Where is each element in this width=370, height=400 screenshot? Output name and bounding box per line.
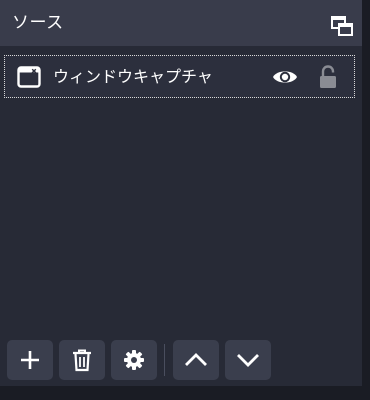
move-down-button[interactable]	[225, 340, 271, 380]
source-properties-button[interactable]	[111, 340, 157, 380]
window-edge-bottom	[0, 386, 370, 400]
unlock-icon	[320, 65, 336, 88]
dock-header: ソース	[0, 0, 362, 46]
move-up-button[interactable]	[173, 340, 219, 380]
add-source-button[interactable]	[7, 340, 53, 380]
undock-icon	[331, 16, 353, 36]
source-list[interactable]: ウィンドウキャプチャ	[0, 46, 362, 332]
toolbar-separator	[164, 344, 165, 376]
source-name: ウィンドウキャプチャ	[53, 67, 213, 86]
visibility-toggle[interactable]	[272, 66, 298, 88]
undock-button[interactable]	[330, 14, 354, 38]
plus-icon	[21, 351, 39, 369]
remove-source-button[interactable]	[59, 340, 105, 380]
chevron-down-icon	[237, 354, 259, 367]
window-edge	[362, 0, 370, 400]
source-toolbar	[0, 336, 362, 386]
chevron-up-icon	[185, 353, 207, 366]
dock-title: ソース	[12, 13, 64, 33]
trash-icon	[73, 349, 91, 372]
eye-icon	[273, 71, 297, 83]
window-capture-icon	[17, 66, 41, 88]
list-item[interactable]: ウィンドウキャプチャ	[4, 55, 355, 98]
lock-toggle[interactable]	[317, 65, 339, 89]
gear-icon	[124, 350, 144, 370]
sources-dock: ソース ウィンドウキャプチャ	[0, 0, 362, 386]
